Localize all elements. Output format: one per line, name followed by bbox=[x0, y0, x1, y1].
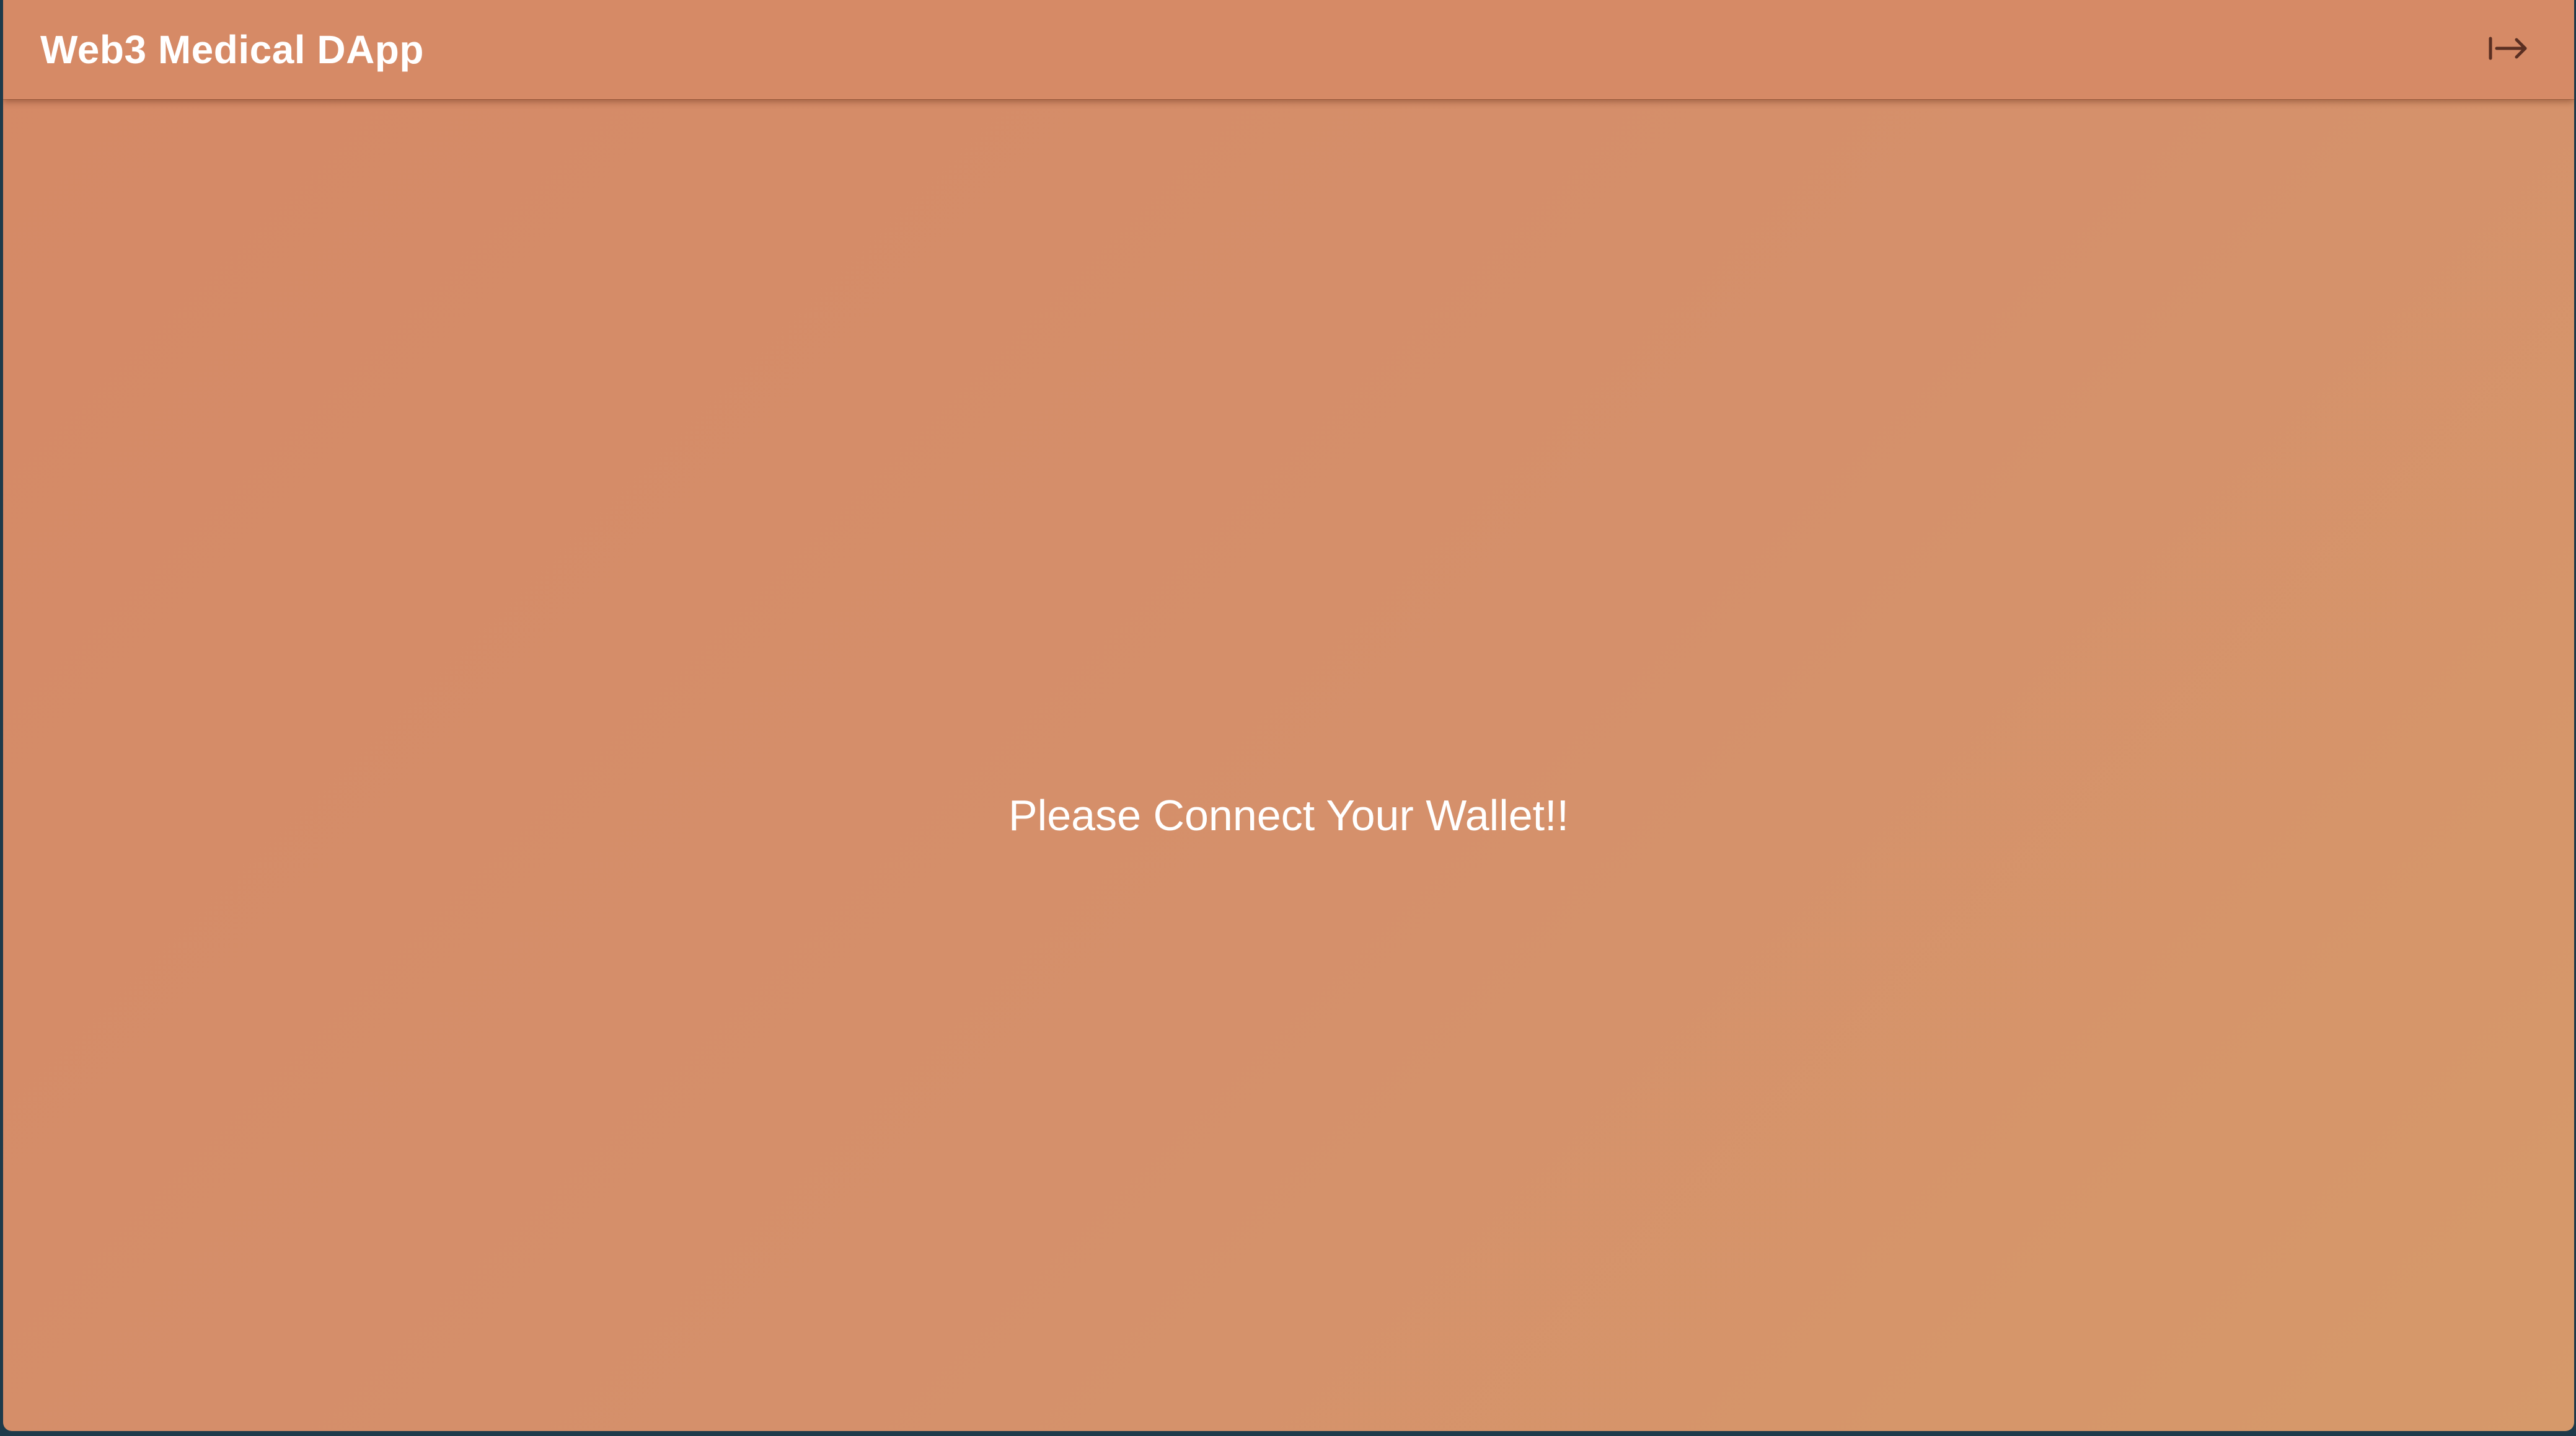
app-window: Web3 Medical DApp Please Connect Your Wa… bbox=[3, 0, 2574, 1431]
app-title: Web3 Medical DApp bbox=[40, 27, 424, 72]
app-bar: Web3 Medical DApp bbox=[3, 0, 2574, 99]
logout-button[interactable] bbox=[2486, 27, 2531, 72]
logout-icon bbox=[2488, 35, 2529, 65]
main-content: Please Connect Your Wallet!! bbox=[3, 99, 2574, 1431]
bottom-strip bbox=[0, 1431, 2576, 1436]
connect-wallet-message: Please Connect Your Wallet!! bbox=[1008, 791, 1569, 840]
